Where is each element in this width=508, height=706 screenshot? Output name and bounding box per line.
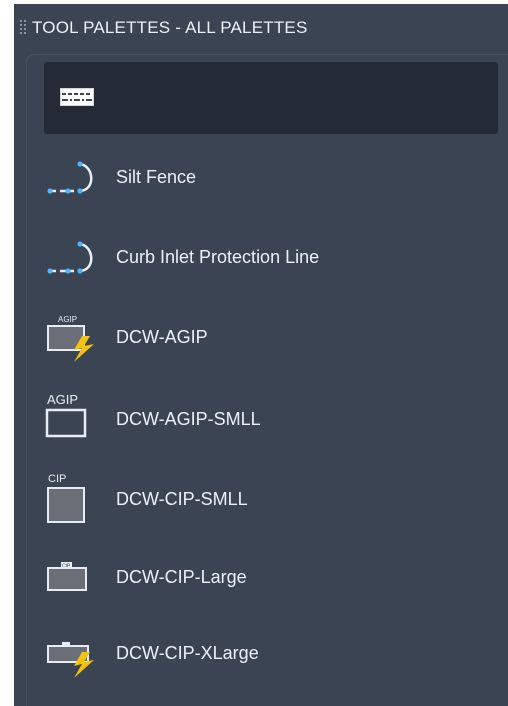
tool-dcw-agip-smll[interactable]: AGIP DCW-AGIP-SMLL xyxy=(44,386,498,450)
tool-dcw-cip-xlarge[interactable]: DCW-CIP-XLarge xyxy=(44,626,498,690)
tool-dcw-cip-smll[interactable]: CIP DCW-CIP-SMLL xyxy=(44,466,498,530)
tool-label: DCW-AGIP xyxy=(116,327,208,347)
palette-title-bar[interactable]: TOOL PALETTES - ALL PALETTES xyxy=(14,4,508,48)
linetype-swatch-icon xyxy=(60,88,94,106)
palette-content: Silt Fence Curb Inlet Protection Line AG… xyxy=(26,54,508,706)
tool-label: Silt Fence xyxy=(116,167,197,187)
cip-small-block-icon: CIP xyxy=(47,473,85,523)
tool-label: DCW-AGIP-SMLL xyxy=(116,409,261,429)
selected-tool-row[interactable] xyxy=(44,62,498,134)
svg-text:AGIP: AGIP xyxy=(58,315,77,324)
tool-label: DCW-CIP-SMLL xyxy=(116,489,248,509)
agip-block-icon: AGIP xyxy=(47,315,94,362)
tool-palette: TOOL PALETTES - ALL PALETTES Silt Fence xyxy=(14,4,508,706)
svg-text:CIP: CIP xyxy=(48,473,66,485)
tool-curb-inlet-protection-line[interactable]: Curb Inlet Protection Line xyxy=(44,226,498,290)
svg-text:AGIP: AGIP xyxy=(47,392,78,407)
tool-dcw-cip-large[interactable]: CIP DCW-CIP-Large xyxy=(44,546,498,610)
silt-fence-line-icon xyxy=(47,161,93,194)
palette-title: TOOL PALETTES - ALL PALETTES xyxy=(32,18,308,37)
cip-large-block-icon: CIP xyxy=(47,562,87,591)
tool-label: Curb Inlet Protection Line xyxy=(116,247,320,267)
cip-xlarge-block-icon xyxy=(47,642,94,678)
tool-label: DCW-CIP-Large xyxy=(116,567,247,587)
tool-silt-fence[interactable]: Silt Fence xyxy=(44,146,498,210)
tool-label: DCW-CIP-XLarge xyxy=(116,643,259,663)
curb-inlet-protection-line-icon xyxy=(47,241,93,274)
tool-dcw-agip[interactable]: AGIP DCW-AGIP xyxy=(44,306,498,370)
agip-small-block-icon: AGIP xyxy=(45,392,87,438)
drag-grip-icon[interactable] xyxy=(20,20,28,34)
